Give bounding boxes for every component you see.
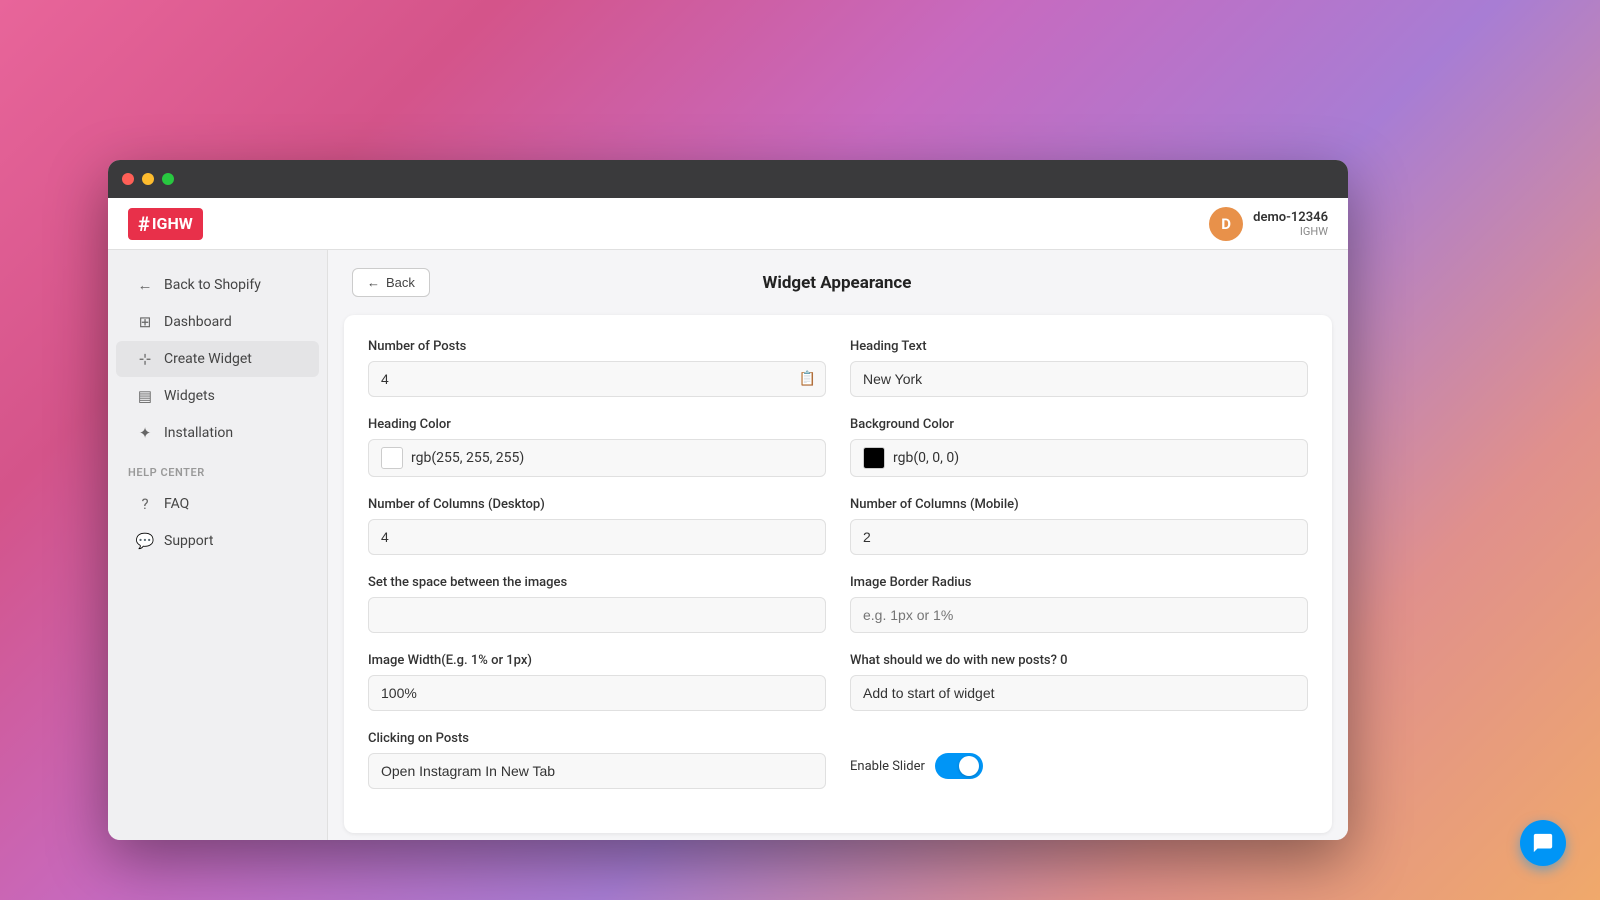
sidebar-item-faq[interactable]: ? FAQ — [116, 486, 319, 522]
col-desktop-input[interactable] — [368, 519, 826, 555]
spacing-input[interactable] — [368, 597, 826, 633]
logo: # IGHW — [128, 208, 203, 240]
form-row-1: Number of Posts 📋 Heading Text — [368, 339, 1308, 397]
back-arrow-icon: ← — [367, 275, 380, 290]
heading-color-wrapper[interactable]: rgb(255, 255, 255) — [368, 439, 826, 477]
enable-slider-label: Enable Slider — [850, 759, 925, 774]
heading-text-label: Heading Text — [850, 339, 1308, 354]
app-header: # IGHW D demo-12346 IGHW — [108, 198, 1348, 250]
new-posts-input[interactable] — [850, 675, 1308, 711]
form-container: Number of Posts 📋 Heading Text Head — [344, 315, 1332, 833]
border-radius-input[interactable] — [850, 597, 1308, 633]
sidebar-item-label: Back to Shopify — [164, 277, 261, 293]
sidebar-item-label: Dashboard — [164, 314, 232, 330]
user-name: demo-12346 — [1253, 210, 1328, 225]
titlebar — [108, 160, 1348, 198]
form-group-border-radius: Image Border Radius — [850, 575, 1308, 633]
form-group-posts: Number of Posts 📋 — [368, 339, 826, 397]
sidebar-item-label: FAQ — [164, 496, 189, 512]
form-row-5: Image Width(E.g. 1% or 1px) What should … — [368, 653, 1308, 711]
page-title: Widget Appearance — [430, 273, 1244, 293]
create-widget-icon: ⊹ — [136, 350, 154, 368]
new-posts-label: What should we do with new posts? 0 — [850, 653, 1308, 668]
col-mobile-input[interactable] — [850, 519, 1308, 555]
support-icon: 💬 — [136, 532, 154, 550]
sidebar-item-support[interactable]: 💬 Support — [116, 523, 319, 559]
toggle-slider-knob — [935, 753, 983, 779]
sidebar-item-create-widget[interactable]: ⊹ Create Widget — [116, 341, 319, 377]
enable-slider-toggle[interactable] — [935, 753, 983, 779]
avatar: D — [1209, 207, 1243, 241]
bg-color-swatch — [863, 447, 885, 469]
sidebar-item-back[interactable]: ← Back to Shopify — [116, 267, 319, 303]
col-mobile-label: Number of Columns (Mobile) — [850, 497, 1308, 512]
maximize-button[interactable] — [162, 173, 174, 185]
content-area: ← Back Widget Appearance Number of Posts… — [328, 250, 1348, 840]
back-button[interactable]: ← Back — [352, 268, 430, 297]
traffic-lights — [122, 173, 174, 185]
logo-hash-icon: # — [138, 212, 150, 236]
main-layout: ← Back to Shopify ⊞ Dashboard ⊹ Create W… — [108, 250, 1348, 840]
sidebar-item-label: Installation — [164, 425, 233, 441]
installation-icon: ✦ — [136, 424, 154, 442]
image-width-label: Image Width(E.g. 1% or 1px) — [368, 653, 826, 668]
faq-icon: ? — [136, 495, 154, 513]
clipboard-icon: 📋 — [799, 371, 816, 387]
posts-input-wrapper: 📋 — [368, 361, 826, 397]
clicking-input[interactable] — [368, 753, 826, 789]
sidebar-item-widgets[interactable]: ▤ Widgets — [116, 378, 319, 414]
minimize-button[interactable] — [142, 173, 154, 185]
bg-color-value: rgb(0, 0, 0) — [893, 450, 959, 466]
form-group-heading-color: Heading Color rgb(255, 255, 255) — [368, 417, 826, 477]
sidebar-item-label: Support — [164, 533, 213, 549]
image-width-input[interactable] — [368, 675, 826, 711]
form-row-3: Number of Columns (Desktop) Number of Co… — [368, 497, 1308, 555]
form-row-4: Set the space between the images Image B… — [368, 575, 1308, 633]
logo-brand-text: IGHW — [152, 214, 193, 233]
sidebar-item-label: Create Widget — [164, 351, 252, 367]
dashboard-icon: ⊞ — [136, 313, 154, 331]
form-group-enable-slider: Enable Slider — [850, 731, 1308, 789]
bg-color-label: Background Color — [850, 417, 1308, 432]
bg-color-wrapper[interactable]: rgb(0, 0, 0) — [850, 439, 1308, 477]
help-center-label: HELP CENTER — [108, 452, 327, 485]
form-row-2: Heading Color rgb(255, 255, 255) Backgro… — [368, 417, 1308, 477]
sidebar-item-installation[interactable]: ✦ Installation — [116, 415, 319, 451]
clicking-label: Clicking on Posts — [368, 731, 826, 746]
col-desktop-label: Number of Columns (Desktop) — [368, 497, 826, 512]
posts-input[interactable] — [368, 361, 826, 397]
back-arrow-icon: ← — [136, 276, 154, 294]
heading-color-swatch — [381, 447, 403, 469]
border-radius-label: Image Border Radius — [850, 575, 1308, 590]
sidebar: ← Back to Shopify ⊞ Dashboard ⊹ Create W… — [108, 250, 328, 840]
posts-label: Number of Posts — [368, 339, 826, 354]
chat-icon — [1532, 832, 1554, 854]
chat-bubble-button[interactable] — [1520, 820, 1566, 866]
user-details: demo-12346 IGHW — [1253, 210, 1328, 238]
heading-text-input[interactable] — [850, 361, 1308, 397]
sidebar-item-dashboard[interactable]: ⊞ Dashboard — [116, 304, 319, 340]
form-row-6: Clicking on Posts Enable Slider — [368, 731, 1308, 789]
user-info: D demo-12346 IGHW — [1209, 207, 1328, 241]
form-group-clicking: Clicking on Posts — [368, 731, 826, 789]
back-button-label: Back — [386, 275, 415, 290]
page-header: ← Back Widget Appearance — [328, 250, 1348, 315]
form-group-bg-color: Background Color rgb(0, 0, 0) — [850, 417, 1308, 477]
heading-color-value: rgb(255, 255, 255) — [411, 450, 524, 466]
sidebar-item-label: Widgets — [164, 388, 215, 404]
spacing-label: Set the space between the images — [368, 575, 826, 590]
widgets-icon: ▤ — [136, 387, 154, 405]
form-group-spacing: Set the space between the images — [368, 575, 826, 633]
user-sub: IGHW — [1253, 225, 1328, 238]
heading-color-label: Heading Color — [368, 417, 826, 432]
form-group-col-mobile: Number of Columns (Mobile) — [850, 497, 1308, 555]
close-button[interactable] — [122, 173, 134, 185]
enable-slider-wrapper: Enable Slider — [850, 753, 1308, 779]
form-group-new-posts: What should we do with new posts? 0 — [850, 653, 1308, 711]
form-group-col-desktop: Number of Columns (Desktop) — [368, 497, 826, 555]
app-window: # IGHW D demo-12346 IGHW ← Back to Shopi… — [108, 160, 1348, 840]
form-group-heading-text: Heading Text — [850, 339, 1308, 397]
form-group-image-width: Image Width(E.g. 1% or 1px) — [368, 653, 826, 711]
